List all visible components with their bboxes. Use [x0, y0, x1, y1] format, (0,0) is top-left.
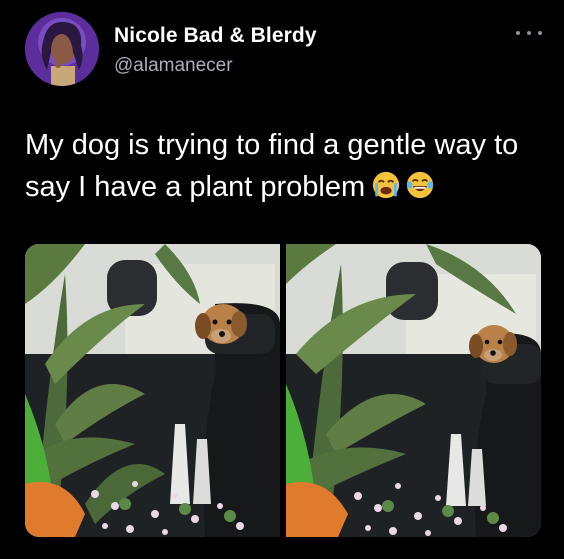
emoji-group	[371, 170, 435, 200]
loudly-crying-face-emoji	[373, 172, 400, 199]
avatar-image	[25, 12, 99, 86]
user-handle[interactable]: @alamanecer	[114, 55, 233, 77]
tweet-text-body: My dog is trying to find a gentle way to…	[25, 129, 519, 203]
tweet-text: My dog is trying to find a gentle way to…	[25, 124, 545, 208]
photo-left[interactable]	[25, 244, 280, 537]
tweet-card: Nicole Bad & Blerdy @alamanecer My dog i…	[0, 0, 564, 559]
photo-left-image	[25, 244, 280, 537]
face-with-tears-of-joy-emoji	[407, 172, 434, 199]
user-avatar[interactable]	[25, 12, 99, 86]
more-options-icon[interactable]	[516, 28, 542, 38]
display-name[interactable]: Nicole Bad & Blerdy	[114, 24, 317, 48]
photo-right-image	[286, 244, 541, 537]
photo-right[interactable]	[286, 244, 541, 537]
tweet-media[interactable]	[25, 244, 541, 537]
